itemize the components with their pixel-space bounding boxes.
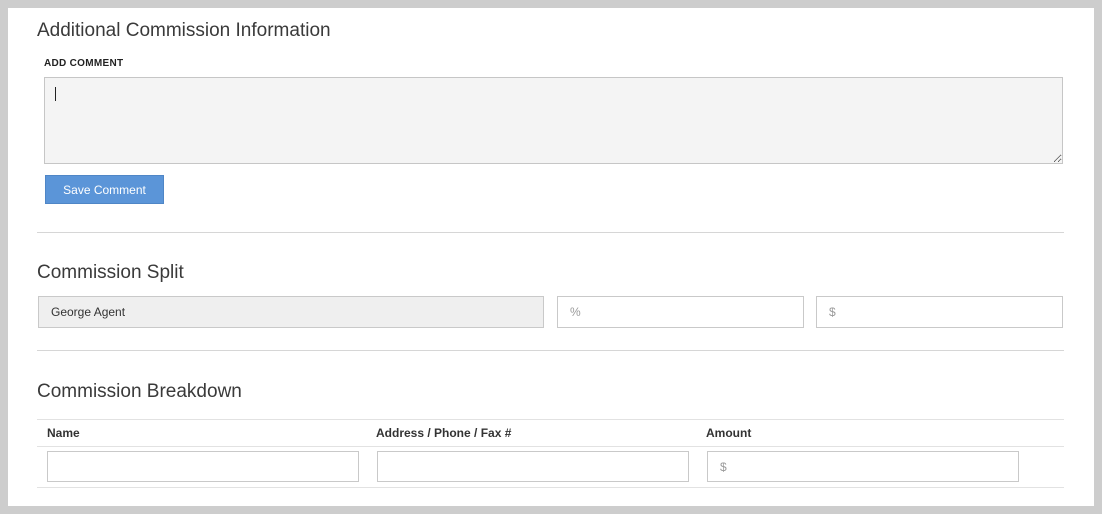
column-header-address: Address / Phone / Fax # bbox=[376, 426, 512, 440]
table-header-border bbox=[37, 446, 1064, 447]
add-comment-label: ADD COMMENT bbox=[44, 58, 124, 69]
save-comment-button[interactable]: Save Comment bbox=[45, 175, 164, 204]
breakdown-address-input[interactable] bbox=[377, 451, 689, 482]
breakdown-amount-input[interactable] bbox=[707, 451, 1019, 482]
agent-name-field bbox=[38, 296, 544, 328]
text-caret bbox=[55, 87, 56, 101]
column-header-name: Name bbox=[47, 426, 80, 440]
breakdown-name-input[interactable] bbox=[47, 451, 359, 482]
additional-commission-title: Additional Commission Information bbox=[37, 20, 331, 41]
comment-textarea[interactable] bbox=[44, 77, 1063, 164]
column-header-amount: Amount bbox=[706, 426, 752, 440]
commission-split-title: Commission Split bbox=[37, 262, 184, 283]
table-bottom-border bbox=[37, 487, 1064, 488]
divider bbox=[37, 232, 1064, 233]
split-amount-input[interactable] bbox=[816, 296, 1063, 328]
commission-breakdown-title: Commission Breakdown bbox=[37, 381, 242, 402]
split-percent-input[interactable] bbox=[557, 296, 804, 328]
divider bbox=[37, 350, 1064, 351]
commission-panel: Additional Commission Information ADD CO… bbox=[8, 8, 1094, 506]
table-top-border bbox=[37, 419, 1064, 420]
